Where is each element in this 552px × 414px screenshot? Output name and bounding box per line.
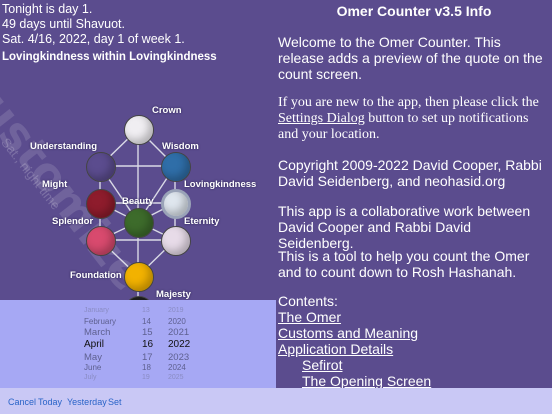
set-button[interactable]: Set (108, 397, 122, 407)
contents-link-opening-screen[interactable]: The Opening Screen (302, 373, 552, 388)
settings-dialog-link[interactable]: Settings Dialog (278, 111, 365, 126)
selected-year: 2022 (168, 339, 191, 350)
contents-heading: Contents: (278, 293, 338, 309)
contents-link-omer[interactable]: The Omer (278, 309, 550, 325)
info-pane[interactable]: Omer Counter v3.5 Info Welcome to the Om… (276, 0, 552, 388)
info-title: Omer Counter v3.5 Info (336, 3, 492, 19)
selected-month: April (84, 339, 105, 350)
new-user-text: If you are new to the app, then please c… (278, 95, 539, 142)
understanding-label: Understanding (30, 141, 98, 152)
eternity-label: Eternity (184, 216, 220, 227)
bottom-toolbar: Cancel Today Yesterday Set (0, 388, 552, 414)
sefirot-tree: Crown Understanding Wisdom Might Lovingk… (0, 0, 276, 326)
date-picker[interactable]: January 13 2019 February 14 2020 March 15 2021… (0, 300, 276, 388)
crown-label: Crown (152, 105, 182, 116)
lovingkindness-label: Lovingkindness (184, 179, 257, 190)
might-label: Might (42, 179, 68, 190)
beauty-sefira[interactable] (124, 208, 154, 238)
majesty-label: Majesty (156, 289, 191, 300)
welcome-text: Welcome to the Omer Counter. This releas… (278, 34, 543, 82)
wisdom-label: Wisdom (162, 141, 199, 152)
picker-row[interactable]: July 19 2025 (0, 374, 276, 387)
understanding-sefira[interactable] (86, 152, 116, 182)
foundation-label: Foundation (70, 270, 122, 281)
contents-link-sefirot[interactable]: Sefirot (302, 357, 552, 373)
omer-count-pane: Customize Sat., night time Tonight is da… (0, 0, 276, 388)
lovingkindness-sefira[interactable] (161, 189, 191, 219)
might-sefira[interactable] (86, 189, 116, 219)
tool-description-text: This is a tool to help you count the Ome… (278, 248, 530, 280)
yesterday-button[interactable]: Yesterday (67, 397, 107, 407)
copyright-text: Copyright 2009-2022 David Cooper, Rabbi … (278, 157, 542, 189)
crown-sefira[interactable] (124, 115, 154, 145)
contents-link-customs[interactable]: Customs and Meaning (278, 325, 550, 341)
cancel-button[interactable]: Cancel (8, 397, 36, 407)
today-button[interactable]: Today (38, 397, 62, 407)
splendor-sefira[interactable] (86, 226, 116, 256)
wisdom-sefira[interactable] (161, 152, 191, 182)
picker-selected-row[interactable]: April 16 2022 (0, 339, 276, 352)
collaboration-text: This app is a collaborative work between… (278, 203, 531, 251)
contents-link-application[interactable]: Application Details (278, 341, 550, 357)
eternity-sefira[interactable] (161, 226, 191, 256)
splendor-label: Splendor (52, 216, 94, 227)
selected-day: 16 (142, 339, 154, 350)
foundation-sefira[interactable] (124, 262, 154, 292)
beauty-label: Beauty (122, 196, 154, 207)
